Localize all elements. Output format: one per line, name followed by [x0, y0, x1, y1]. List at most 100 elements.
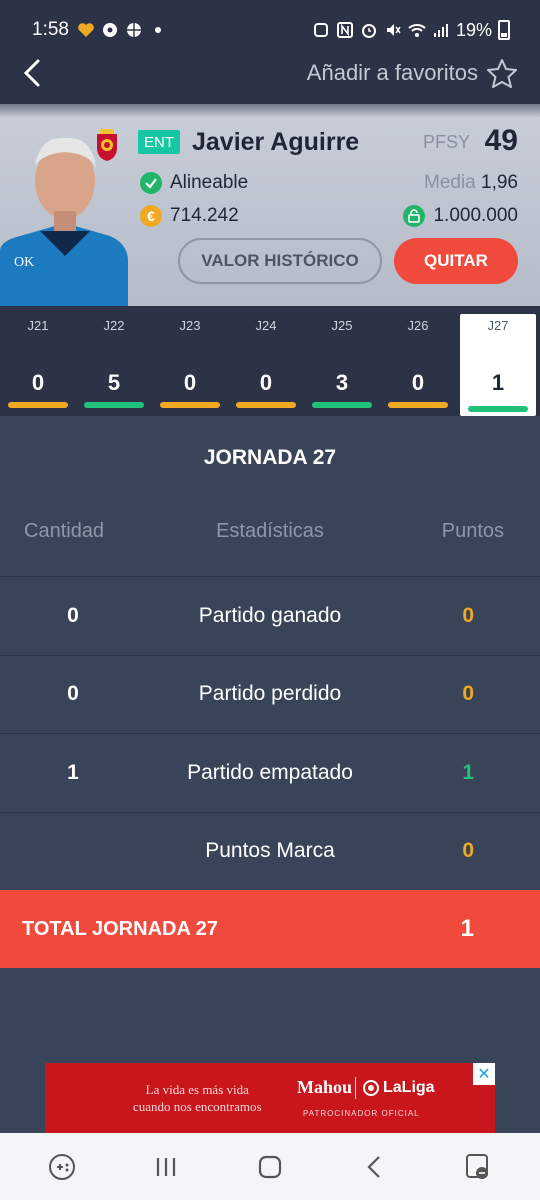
accessibility-icon: [466, 1153, 488, 1179]
remove-button[interactable]: QUITAR: [394, 238, 518, 284]
pfsy-value: 49: [484, 124, 518, 157]
basketball-icon: [125, 21, 143, 39]
matchday-bar: [312, 402, 372, 408]
historic-value-button[interactable]: VALOR HISTÓRICO: [178, 238, 382, 284]
matchday-bar: [160, 402, 220, 408]
ad-banner[interactable]: La vida es más vida cuando nos encontram…: [45, 1063, 495, 1133]
matchday-label: J26: [407, 318, 429, 333]
matchday-label: J24: [255, 318, 277, 333]
notification-icons: [77, 21, 167, 39]
media-stat: Media 1,96: [424, 172, 518, 194]
matchday-points: 0: [259, 370, 273, 395]
ad-close-icon[interactable]: ✕: [473, 1063, 495, 1085]
laliga-logo-icon: [363, 1080, 379, 1096]
back-button[interactable]: [22, 53, 52, 93]
release-clause-amount: 1.000.000: [433, 205, 518, 226]
stat-label: Partido perdido: [198, 682, 342, 706]
system-icons: 19%: [312, 20, 510, 41]
ad-league-label: LaLiga: [383, 1079, 435, 1096]
stat-label: Puntos Marca: [205, 839, 335, 863]
nfc-icon: [336, 21, 354, 39]
top-app-bar: Añadir a favoritos: [0, 42, 540, 104]
heart-app-icon: [77, 21, 95, 39]
matchday-bar: [84, 402, 144, 408]
matchday-points: 0: [411, 370, 425, 395]
gamepad-icon: [49, 1153, 75, 1180]
dot-icon: [149, 21, 167, 39]
stat-points: 0: [462, 839, 474, 863]
clock: 1:58: [32, 19, 69, 40]
total-value: 1: [460, 915, 474, 942]
matchday-points: 1: [491, 370, 505, 395]
ad-sponsor-text: PATROCINADOR OFICIAL: [303, 1109, 420, 1118]
ad-brand: Mahou: [297, 1077, 353, 1097]
recent-apps-button[interactable]: [146, 1147, 186, 1187]
back-icon: [367, 1155, 380, 1178]
market-value: € 714.242: [140, 205, 239, 227]
matchday-tab-j26[interactable]: J26 0: [380, 306, 456, 416]
mute-icon: [384, 21, 402, 39]
game-launcher-button[interactable]: [42, 1147, 82, 1187]
stat-points: 1: [462, 760, 474, 784]
matchday-points: 5: [107, 370, 121, 395]
jornada-title: JORNADA 27: [203, 446, 337, 469]
matchday-bar: [468, 406, 528, 412]
matchday-points: 0: [31, 370, 45, 395]
matchday-tab-j27[interactable]: J27 1: [460, 314, 536, 416]
matchday-label: J25: [331, 318, 353, 333]
keyboard-switch-button[interactable]: [458, 1147, 498, 1187]
media-value: 1,96: [481, 172, 518, 193]
alarm-icon: [360, 21, 378, 39]
availability-status: Alineable: [140, 172, 248, 194]
add-to-favorites-button[interactable]: Añadir a favoritos: [307, 58, 518, 88]
market-value-amount: 714.242: [170, 205, 239, 226]
battery-icon: [498, 20, 510, 40]
matchday-tab-j22[interactable]: J22 5: [76, 306, 152, 416]
matchday-points: 3: [335, 370, 349, 395]
matchday-tab-j24[interactable]: J24 0: [228, 306, 304, 416]
stat-row: 1 Partido empatado 1: [0, 733, 540, 812]
matchday-label: J21: [27, 318, 49, 333]
matchday-bar: [236, 402, 296, 408]
battery-percent: 19%: [455, 19, 492, 40]
matchday-bar: [8, 402, 68, 408]
ad-tagline-line2: cuando nos encontramos: [133, 1099, 262, 1114]
svg-text:OK: OK: [14, 255, 34, 270]
matchday-bar: [388, 402, 448, 408]
position-badge: ENT: [138, 130, 180, 154]
back-nav-button[interactable]: [354, 1147, 394, 1187]
star-icon: [487, 59, 517, 88]
total-label: TOTAL JORNADA 27: [22, 917, 218, 940]
system-nav-bar: [0, 1133, 540, 1200]
euro-icon: €: [140, 205, 162, 227]
ad-league: LaLiga: [363, 1079, 435, 1097]
pfsy-label: PFSY: [422, 132, 470, 152]
matchday-tab-j21[interactable]: J21 0: [0, 306, 76, 416]
ad-tagline-line1: La vida es más vida: [145, 1082, 249, 1097]
total-row: TOTAL JORNADA 27 1: [0, 890, 540, 968]
matchday-label: J22: [103, 318, 125, 333]
team-crest-icon: [97, 129, 117, 161]
matchday-tab-j25[interactable]: J25 3: [304, 306, 380, 416]
stats-column-headers: Cantidad Estadísticas Puntos: [0, 520, 540, 554]
home-icon: [258, 1155, 282, 1178]
signal-icon: [432, 21, 450, 39]
media-label: Media: [423, 172, 476, 193]
matchday-strip: J21 0 J22 5 J23 0 J24 0 J25 3 J26 0 J27 …: [0, 306, 540, 416]
player-name: Javier Aguirre: [192, 128, 360, 156]
data-saver-icon: [312, 21, 330, 39]
stat-row: 0 Partido perdido 0: [0, 654, 540, 734]
chevron-left-icon: [23, 59, 40, 87]
soccer-ball-icon: [101, 21, 119, 39]
matchday-label: J27: [487, 318, 509, 333]
wifi-icon: [408, 21, 426, 39]
matchday-label: J23: [179, 318, 201, 333]
matchday-tab-j23[interactable]: J23 0: [152, 306, 228, 416]
home-button[interactable]: [250, 1147, 290, 1187]
unlock-icon: [403, 205, 426, 227]
stat-label: Partido empatado: [187, 760, 353, 784]
stat-points: 0: [462, 603, 474, 627]
favorite-label: Añadir a favoritos: [306, 60, 478, 85]
availability-label: Alineable: [170, 172, 249, 193]
stat-label: Partido ganado: [198, 603, 342, 627]
